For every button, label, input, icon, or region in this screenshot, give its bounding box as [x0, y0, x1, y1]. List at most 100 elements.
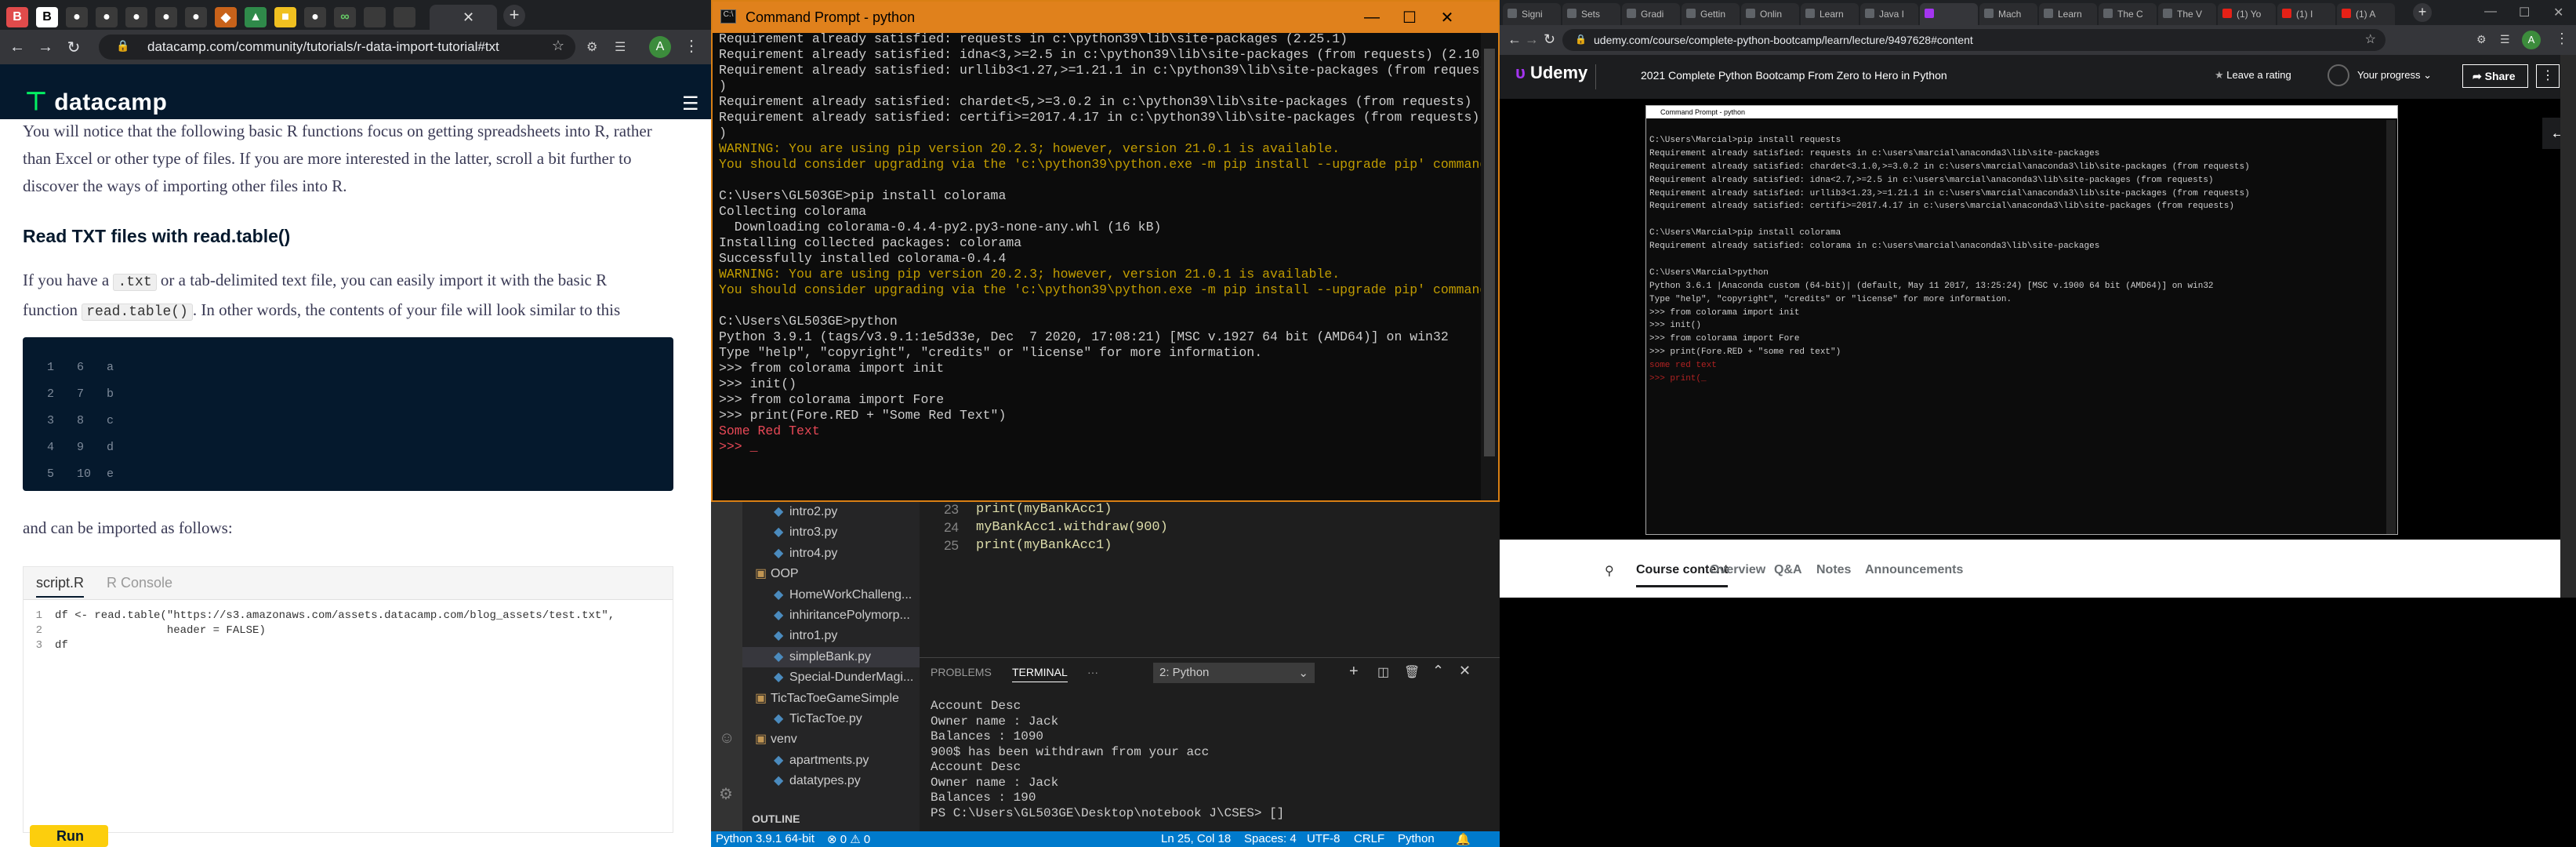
- browser-tab[interactable]: (1) Yo: [2218, 3, 2276, 25]
- cmd-scroll-thumb[interactable]: [1484, 49, 1495, 456]
- window-maximize-icon[interactable]: ☐: [2519, 5, 2530, 20]
- browser-tab-icon[interactable]: [364, 7, 386, 27]
- browser-tab-icon[interactable]: ■: [274, 7, 296, 27]
- address-bar[interactable]: 🔒 datacamp.com/community/tutorials/r-dat…: [99, 35, 575, 60]
- status-position[interactable]: Ln 25, Col 18: [1161, 832, 1231, 845]
- window-close-icon[interactable]: ✕: [2553, 5, 2563, 20]
- forward-icon[interactable]: →: [34, 36, 56, 58]
- split-terminal-icon[interactable]: ◫: [1377, 664, 1389, 680]
- file-item[interactable]: ◆ datatypes.py: [742, 771, 920, 791]
- reload-icon[interactable]: ↻: [1544, 31, 1555, 48]
- file-item[interactable]: ▣ TicTacToeGameSimple: [742, 689, 920, 709]
- new-tab-button[interactable]: +: [2413, 3, 2432, 22]
- browser-tab-icon[interactable]: ●: [304, 7, 326, 27]
- close-panel-icon[interactable]: ✕: [1459, 663, 1471, 679]
- tab-r-console[interactable]: R Console: [107, 575, 172, 591]
- status-eol[interactable]: CRLF: [1354, 832, 1384, 845]
- browser-tab[interactable]: Mach: [1979, 3, 2037, 25]
- browser-tab[interactable]: (1) I: [2277, 3, 2335, 25]
- status-python-interpreter[interactable]: Python 3.9.1 64-bit: [716, 832, 815, 845]
- chrome-menu-icon[interactable]: ⋮: [684, 36, 699, 56]
- file-item[interactable]: ◆ intro3.py: [742, 522, 920, 543]
- cmd-output[interactable]: Requirement already satisfied: requests …: [719, 31, 1498, 455]
- file-item[interactable]: ▣ OOP: [742, 564, 920, 584]
- browser-tab[interactable]: Onlin: [1741, 3, 1799, 25]
- back-icon[interactable]: ←: [1508, 31, 1522, 48]
- outline-section[interactable]: OUTLINE: [752, 812, 800, 825]
- share-button[interactable]: ➦ Share: [2462, 64, 2528, 88]
- browser-tab[interactable]: [1920, 3, 1978, 25]
- browser-tab[interactable]: Signi: [1503, 3, 1561, 25]
- more-options-icon[interactable]: ⋮: [2536, 64, 2560, 88]
- tab-script[interactable]: script.R: [36, 575, 85, 598]
- status-problems[interactable]: ⊗ 0 ⚠ 0: [827, 832, 870, 846]
- chrome-menu-icon[interactable]: ⋮: [2555, 31, 2569, 47]
- close-icon[interactable]: ✕: [1429, 2, 1465, 33]
- extensions-icon[interactable]: ⚙: [586, 39, 597, 55]
- file-item[interactable]: ◆ intro4.py: [742, 543, 920, 564]
- maximize-panel-icon[interactable]: ⌃: [1432, 663, 1444, 679]
- file-item[interactable]: ▣ venv: [742, 729, 920, 750]
- progress-trophy-icon[interactable]: [2327, 64, 2349, 86]
- code-editor-pane[interactable]: 23 print(myBankAcc1) 24 myBankAcc1.withdraw…: [920, 502, 1500, 659]
- address-bar[interactable]: 🔒 udemy.com/course/complete-python-bootc…: [1562, 29, 2386, 51]
- browser-tab[interactable]: Sets: [1562, 3, 1620, 25]
- forward-icon[interactable]: →: [1525, 31, 1539, 48]
- window-minimize-icon[interactable]: —: [2484, 5, 2497, 19]
- browser-tab-icon[interactable]: B: [36, 7, 58, 27]
- tab-terminal[interactable]: TERMINAL: [1012, 666, 1068, 682]
- extensions-icon[interactable]: ⚙: [2476, 33, 2487, 46]
- browser-tab-icon[interactable]: ●: [125, 7, 147, 27]
- star-icon[interactable]: ☆: [552, 38, 564, 54]
- code-editor[interactable]: script.R R Console 1 df <- read.table("ht…: [23, 566, 673, 833]
- browser-tab[interactable]: The V: [2158, 3, 2216, 25]
- back-icon[interactable]: ←: [6, 36, 28, 58]
- leave-rating-link[interactable]: ★ Leave a rating: [2215, 69, 2291, 82]
- browser-tab-icon[interactable]: ●: [155, 7, 177, 27]
- minimize-icon[interactable]: —: [1354, 2, 1390, 33]
- trash-icon[interactable]: 🗑: [1404, 664, 1420, 680]
- browser-tab[interactable]: Java I: [1860, 3, 1918, 25]
- page-scrollbar[interactable]: [2560, 55, 2576, 598]
- profile-avatar[interactable]: A: [649, 36, 671, 58]
- terminal-select[interactable]: 2: Python ⌄: [1153, 663, 1315, 683]
- file-item[interactable]: ◆ simpleBank.py: [742, 646, 920, 667]
- browser-tab[interactable]: Learn: [1801, 3, 1859, 25]
- search-icon[interactable]: ⚲: [1605, 563, 1614, 579]
- new-tab-button[interactable]: +: [503, 5, 525, 27]
- browser-tab[interactable]: The C: [2099, 3, 2157, 25]
- tab-problems[interactable]: PROBLEMS: [931, 666, 992, 678]
- star-icon[interactable]: ☆: [2365, 31, 2376, 47]
- settings-gear-icon[interactable]: ⚙: [719, 784, 733, 804]
- file-item[interactable]: ◆ HomeWorkChalleng...: [742, 585, 920, 605]
- new-terminal-icon[interactable]: +: [1349, 663, 1359, 681]
- browser-tab-icon[interactable]: [394, 7, 415, 27]
- maximize-icon[interactable]: ☐: [1391, 2, 1428, 33]
- browser-tab-icon[interactable]: B: [6, 7, 28, 27]
- more-actions-icon[interactable]: ···: [1087, 666, 1098, 678]
- browser-tab-icon[interactable]: ∞: [334, 7, 356, 27]
- file-item[interactable]: ◆ apartments.py: [742, 751, 920, 771]
- your-progress-button[interactable]: Your progress ⌄: [2357, 69, 2432, 82]
- close-tab-icon[interactable]: ✕: [463, 9, 474, 26]
- status-spaces[interactable]: Spaces: 4: [1244, 832, 1297, 845]
- course-tab[interactable]: Notes: [1816, 563, 1851, 577]
- course-tab[interactable]: Announcements: [1865, 563, 1963, 577]
- file-item[interactable]: ◆ inhiritancePolymorp...: [742, 605, 920, 626]
- course-tab[interactable]: Q&A: [1774, 563, 1802, 577]
- status-encoding[interactable]: UTF-8: [1307, 832, 1341, 845]
- account-icon[interactable]: ☺: [719, 729, 735, 747]
- browser-tab-icon[interactable]: ▲: [245, 7, 267, 27]
- course-title[interactable]: 2021 Complete Python Bootcamp From Zero …: [1641, 69, 1947, 82]
- browser-tab-icon[interactable]: ◆: [215, 7, 237, 27]
- browser-tab[interactable]: Gettin: [1682, 3, 1740, 25]
- bell-icon[interactable]: 🔔: [1456, 832, 1471, 846]
- menu-list-icon[interactable]: ☰: [615, 39, 626, 55]
- course-tab[interactable]: Overview: [1710, 563, 1765, 577]
- menu-list-icon[interactable]: ☰: [2500, 33, 2510, 46]
- browser-tab-icon[interactable]: ●: [96, 7, 118, 27]
- command-prompt-window[interactable]: C:\ Command Prompt - python — ☐ ✕ Requir…: [711, 0, 1500, 502]
- datacamp-logo[interactable]: ⊤ datacamp: [25, 86, 167, 116]
- status-language[interactable]: Python: [1398, 832, 1435, 845]
- run-button[interactable]: Run: [30, 825, 108, 847]
